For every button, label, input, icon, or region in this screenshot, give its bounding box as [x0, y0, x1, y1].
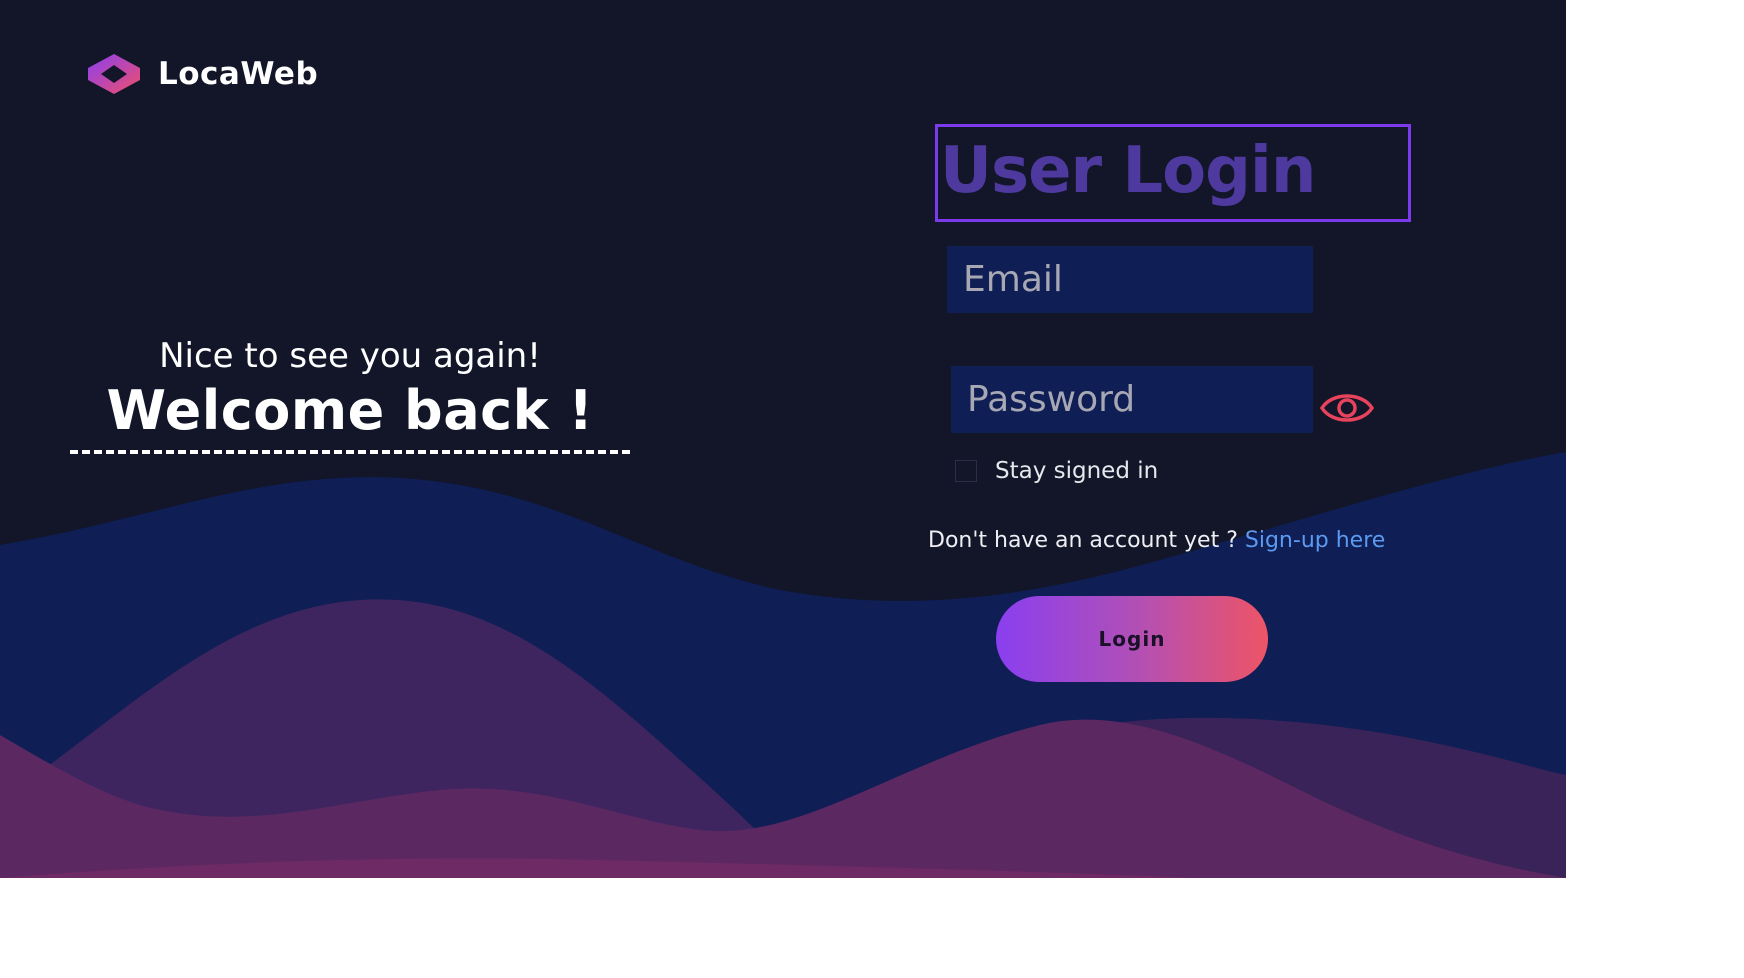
purple-right-wave — [820, 717, 1566, 878]
login-title-frame: User Login — [935, 124, 1411, 222]
login-button[interactable]: Login — [996, 596, 1268, 682]
page-title: User Login — [940, 134, 1316, 208]
welcome-block: Nice to see you again! Welcome back ! — [70, 334, 630, 454]
purple-hill-wave — [0, 599, 820, 878]
brand-name: LocaWeb — [158, 56, 319, 92]
brand-header[interactable]: LocaWeb — [86, 52, 318, 96]
email-field[interactable] — [947, 246, 1313, 313]
hexagon-logo-icon — [88, 54, 140, 94]
greeting-text: Nice to see you again! — [159, 336, 541, 376]
stay-signed-in-checkbox[interactable] — [955, 460, 977, 482]
signup-link[interactable]: Sign-up here — [1245, 528, 1385, 553]
dashed-divider — [70, 450, 630, 454]
signup-prompt-line: Don't have an account yet ? Sign-up here — [928, 528, 1385, 553]
password-field[interactable] — [951, 366, 1313, 433]
stay-signed-in-row[interactable]: Stay signed in — [955, 458, 1158, 484]
signup-prompt-text: Don't have an account yet ? — [928, 528, 1238, 553]
stay-signed-in-label: Stay signed in — [995, 458, 1159, 484]
login-page: LocaWeb Nice to see you again! Welcome b… — [0, 0, 1566, 878]
pink-bottom-wave — [0, 858, 1200, 878]
welcome-headline: Welcome back ! — [106, 379, 594, 442]
eye-icon[interactable] — [1318, 386, 1376, 430]
navy-wave — [0, 452, 1566, 878]
magenta-left-wave — [0, 719, 1566, 878]
